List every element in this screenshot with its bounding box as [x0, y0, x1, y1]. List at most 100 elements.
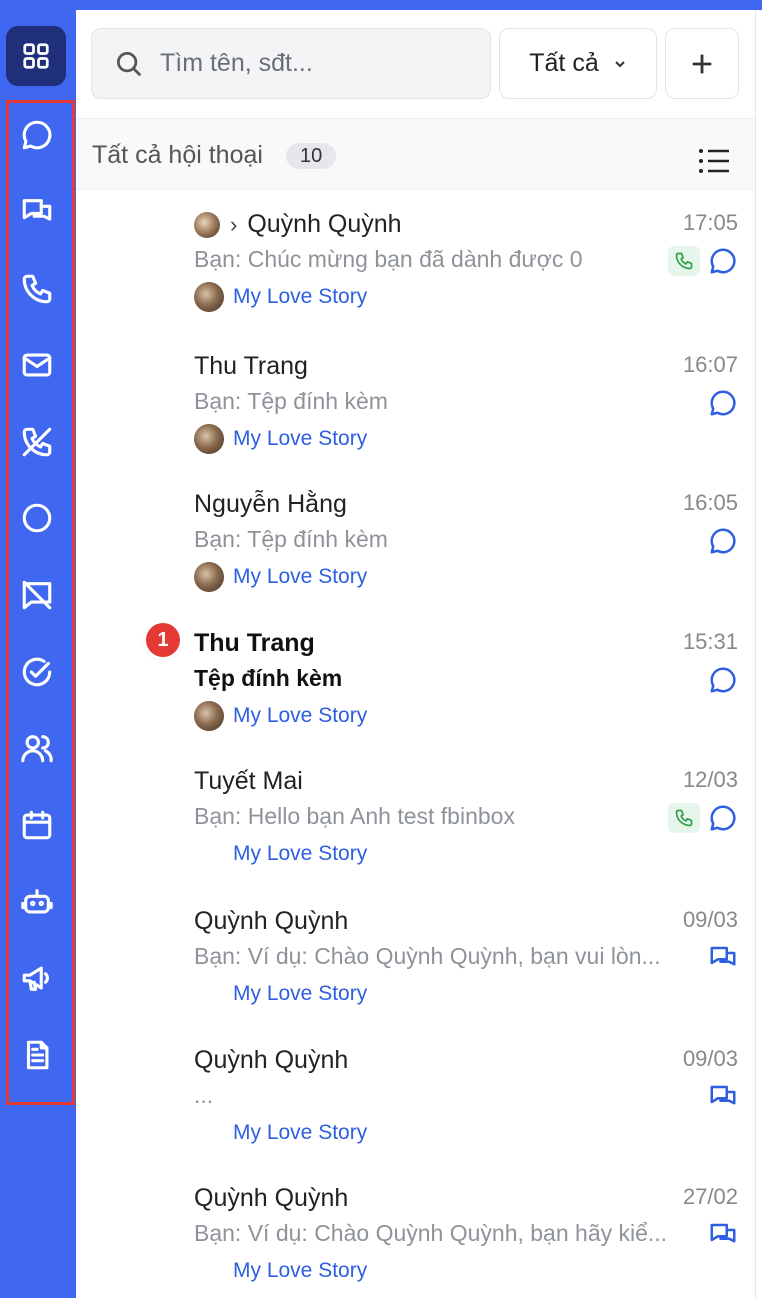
channel-icons	[708, 388, 738, 418]
no-message-icon	[22, 580, 52, 610]
rail-campaign[interactable]	[15, 956, 59, 1000]
rail-missed-call[interactable]	[15, 420, 59, 464]
message-preview: Bạn: Tệp đính kèm	[194, 526, 388, 552]
filter-label: Tất cả	[529, 49, 599, 77]
contact-name: Nguyễn Hằng	[194, 490, 347, 518]
check-circle-icon	[22, 657, 52, 687]
list-header: Tất cả hội thoại 10	[76, 118, 755, 190]
chat-bubble-icon	[710, 805, 736, 831]
page-avatar	[194, 424, 224, 454]
channel-icons	[708, 526, 738, 556]
search-icon	[117, 51, 142, 76]
page-label: My Love Story	[194, 424, 367, 454]
page-name: My Love Story	[233, 1121, 368, 1144]
rail-bot[interactable]	[15, 880, 59, 924]
users-icon	[21, 735, 53, 763]
message-preview: Tệp đính kèm	[194, 665, 343, 691]
calendar-icon	[22, 810, 52, 840]
contact-name: Quỳnh Quỳnh	[247, 210, 402, 238]
chevron-down-icon	[615, 60, 625, 67]
add-button[interactable]	[665, 28, 739, 99]
page-name: My Love Story	[233, 285, 368, 308]
contact-name: Quỳnh Quỳnh	[194, 1184, 349, 1212]
conversations-bubble-icon	[710, 1085, 736, 1105]
chat-bubble-icon	[710, 248, 736, 274]
page-label: My Love Story	[194, 282, 367, 312]
conversation-count-badge: 10	[286, 143, 337, 169]
chat-bubble-icon	[710, 390, 736, 416]
page-name: My Love Story	[233, 1259, 368, 1282]
phone-call-icon	[668, 246, 700, 276]
message-time: 16:05	[682, 490, 738, 515]
page-avatar	[194, 701, 224, 731]
contact-avatar	[194, 212, 220, 239]
page-name: My Love Story	[233, 427, 368, 450]
page-label: My Love Story	[194, 979, 367, 1009]
page-label: My Love Story	[194, 839, 367, 869]
page-label: My Love Story	[194, 1118, 367, 1148]
chat-bubble-icon	[710, 667, 736, 693]
list-title: Tất cả hội thoại	[92, 141, 263, 169]
phone-call-icon	[668, 803, 700, 833]
page-label: My Love Story	[194, 562, 367, 592]
message-time: 16:07	[682, 352, 738, 377]
rail-conversations[interactable]	[15, 190, 59, 234]
apps-button[interactable]	[6, 26, 66, 86]
rail-chat[interactable]	[15, 113, 59, 157]
bot-icon	[21, 889, 53, 914]
page-label: My Love Story	[194, 701, 367, 731]
contact-name: Quỳnh Quỳnh	[194, 907, 349, 935]
page-name: My Love Story	[233, 704, 368, 727]
message-time: 27/02	[682, 1184, 738, 1209]
conversations-bubble-icon	[710, 946, 736, 966]
rail-tasks[interactable]	[15, 650, 59, 694]
contact-name: Thu Trang	[194, 352, 308, 380]
search-input[interactable]	[160, 49, 460, 78]
message-time: 17:05	[682, 210, 738, 235]
unread-badge: 1	[146, 623, 180, 657]
conversations-icon	[22, 199, 52, 221]
apps-icon	[23, 43, 49, 69]
channel-icons	[708, 665, 738, 695]
mail-icon	[22, 353, 52, 377]
message-time: 15:31	[682, 629, 738, 654]
chat-bubble-icon	[710, 528, 736, 554]
message-preview: Bạn: Hello bạn Anh test fbinbox	[194, 803, 515, 829]
page-name: My Love Story	[233, 842, 368, 865]
left-rail	[0, 0, 76, 1298]
message-time: 09/03	[682, 1046, 738, 1071]
chevron-right-icon: ›	[230, 212, 238, 237]
search-box[interactable]	[91, 28, 491, 99]
message-preview: Bạn: Ví dụ: Chào Quỳnh Quỳnh, bạn hãy ki…	[194, 1220, 668, 1246]
filter-dropdown[interactable]: Tất cả	[499, 28, 657, 99]
conversation-panel: Tất cả Tất cả hội thoại 10 ›Quỳnh Quỳnh …	[76, 10, 756, 1298]
page-avatar	[194, 562, 224, 592]
document-icon	[26, 1040, 49, 1070]
message-preview: Bạn: Tệp đính kèm	[194, 388, 388, 414]
rail-circle[interactable]	[15, 496, 59, 540]
contact-name-group: › Quỳnh Quỳnh	[194, 210, 402, 239]
missed-call-icon	[22, 427, 52, 457]
message-preview: ...	[194, 1082, 214, 1108]
conversations-bubble-icon	[710, 1223, 736, 1243]
megaphone-icon	[22, 966, 49, 991]
plus-icon	[692, 54, 712, 73]
message-time: 09/03	[682, 907, 738, 932]
chat-icon	[22, 120, 52, 150]
rail-no-message[interactable]	[15, 573, 59, 617]
contact-name: Quỳnh Quỳnh	[194, 1046, 349, 1074]
page-avatar	[194, 282, 224, 312]
rail-users[interactable]	[15, 726, 59, 770]
channel-icons	[708, 1082, 738, 1112]
rail-documents[interactable]	[15, 1033, 59, 1077]
rail-calendar[interactable]	[15, 803, 59, 847]
message-time: 12/03	[682, 767, 738, 792]
rail-mail[interactable]	[15, 343, 59, 387]
message-preview: Bạn: Ví dụ: Chào Quỳnh Quỳnh, bạn vui lò…	[194, 943, 661, 969]
page-label: My Love Story	[194, 1256, 367, 1286]
phone-icon	[22, 274, 52, 304]
circle-icon	[22, 503, 52, 533]
channel-icons	[668, 246, 738, 276]
rail-phone[interactable]	[15, 267, 59, 311]
list-view-icon[interactable]	[698, 147, 730, 175]
